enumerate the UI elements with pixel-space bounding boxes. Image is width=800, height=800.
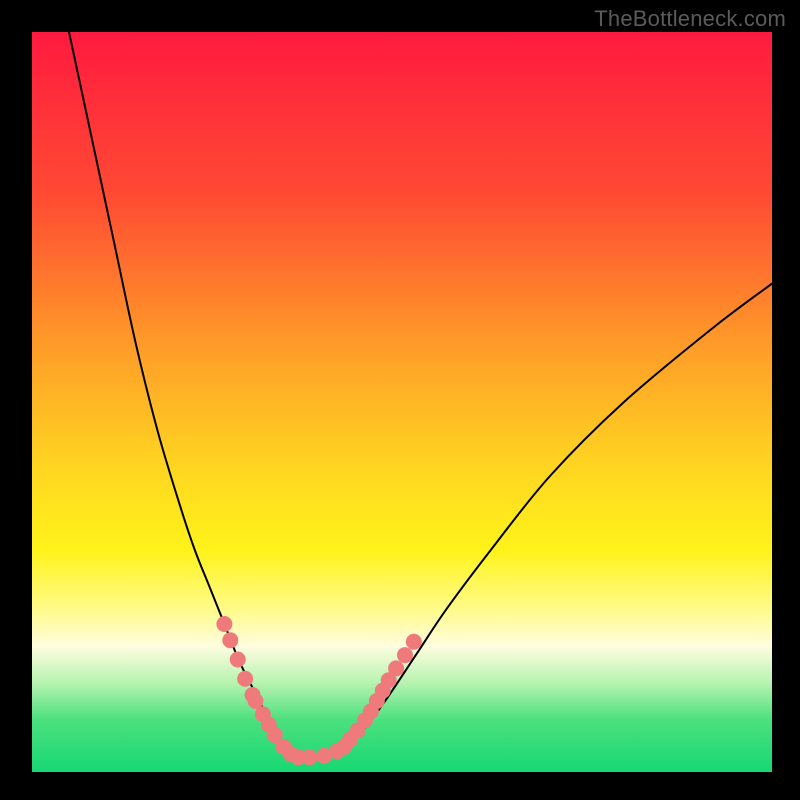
watermark-text: TheBottleneck.com	[594, 6, 786, 32]
chart-frame: TheBottleneck.com	[0, 0, 800, 800]
marker-dot	[222, 632, 238, 648]
plot-area	[32, 32, 772, 772]
curve-path	[69, 32, 772, 758]
marker-dot	[388, 660, 404, 676]
marker-dot	[302, 749, 318, 765]
marker-dot	[406, 634, 422, 650]
marker-dot	[230, 652, 246, 668]
marker-dot	[237, 671, 253, 687]
marker-dot	[216, 616, 232, 632]
marker-dot	[397, 647, 413, 663]
curve-layer	[32, 32, 772, 772]
